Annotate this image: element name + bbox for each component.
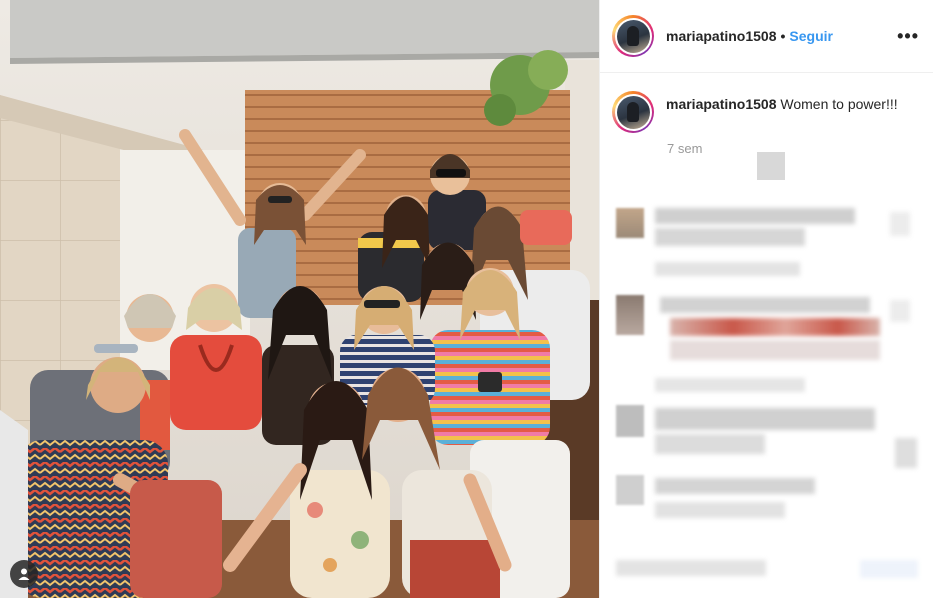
caption-text: mariapatino1508 Women to power!!! [666, 91, 898, 133]
post-timestamp[interactable]: 7 sem [667, 141, 933, 156]
follow-button[interactable]: Seguir [789, 28, 833, 44]
avatar[interactable] [612, 15, 654, 57]
more-options-icon[interactable]: ••• [897, 26, 919, 47]
avatar-image [616, 19, 650, 53]
separator-dot: • [780, 28, 786, 44]
caption: mariapatino1508 Women to power!!! [600, 73, 933, 133]
caption-message: Women to power!!! [780, 96, 898, 112]
user-tag-icon [18, 568, 30, 580]
group-photo-image [0, 0, 599, 598]
username-link[interactable]: mariapatino1508 [666, 28, 777, 44]
post-header: mariapatino1508 • Seguir ••• [600, 0, 933, 73]
caption-username[interactable]: mariapatino1508 [666, 96, 777, 112]
post-photo[interactable] [0, 0, 599, 598]
caption-avatar[interactable] [612, 91, 654, 133]
post-sidebar: mariapatino1508 • Seguir ••• mariapatino… [599, 0, 933, 598]
caption-avatar-image [616, 95, 650, 129]
user-tag-button[interactable] [10, 560, 38, 588]
